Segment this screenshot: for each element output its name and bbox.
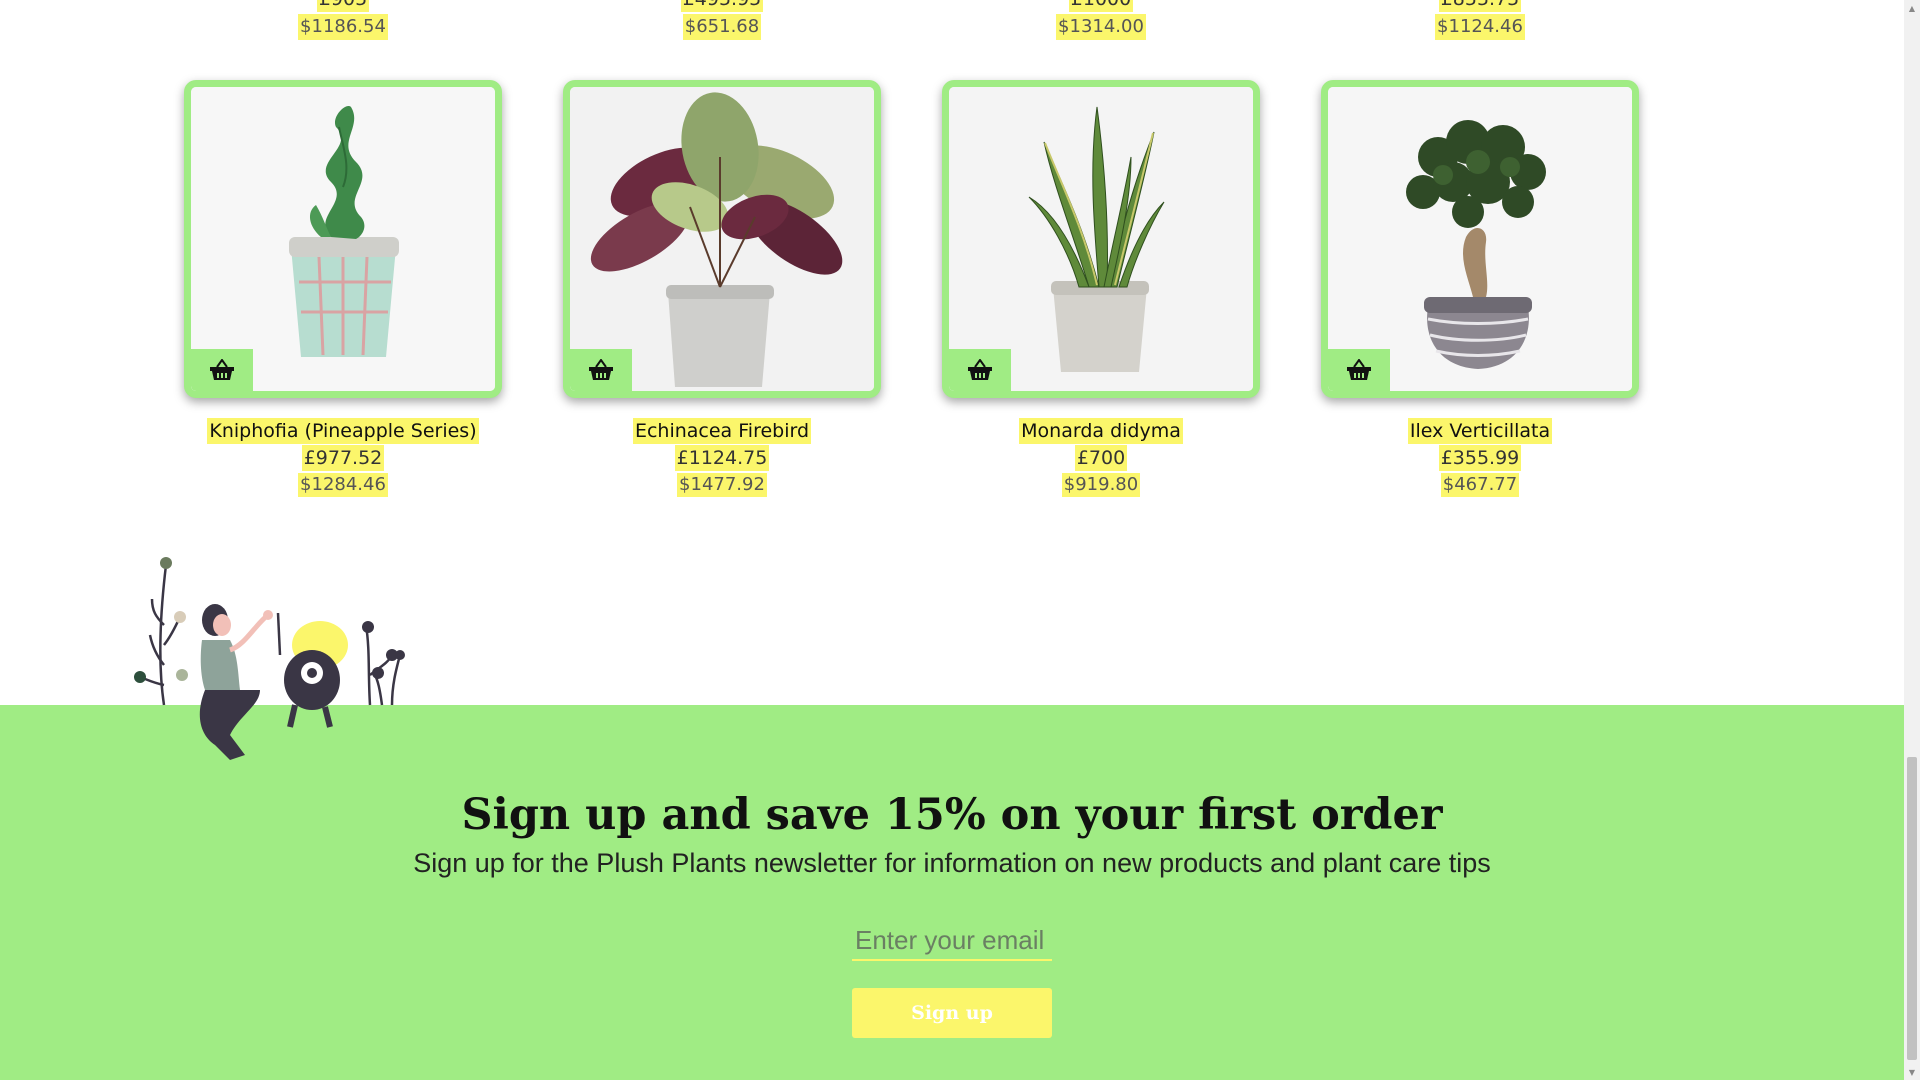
price-gbp: £700: [1074, 445, 1128, 471]
add-to-basket-button[interactable]: [570, 349, 632, 391]
product-price-block: £495.95 $651.68: [562, 0, 882, 40]
page: £905 $1186.54 £495.95 $651.68 £1000 $131…: [0, 0, 1904, 1080]
product-image[interactable]: [563, 80, 881, 398]
price-usd: $1124.46: [1435, 14, 1525, 40]
scrollbar-thumb[interactable]: [1907, 757, 1917, 1060]
product-image[interactable]: [184, 80, 502, 398]
product-name[interactable]: Monarda didyma: [1019, 418, 1183, 444]
spiral-cactus-image: [191, 87, 495, 391]
email-input[interactable]: [852, 921, 1052, 961]
add-to-basket-button[interactable]: [1328, 349, 1390, 391]
product-info: Kniphofia (Pineapple Series) £977.52 $12…: [184, 418, 502, 497]
product-card[interactable]: Ilex Verticillata £355.99 $467.77: [1321, 80, 1639, 497]
product-price-block: £905 $1186.54: [183, 0, 503, 40]
product-name[interactable]: Echinacea Firebird: [632, 418, 812, 444]
price-usd: $467.77: [1440, 473, 1520, 497]
product-info: Echinacea Firebird £1124.75 $1477.92: [563, 418, 881, 497]
product-card[interactable]: Echinacea Firebird £1124.75 $1477.92: [563, 80, 881, 497]
scroll-down-arrow-icon[interactable]: ▼: [1904, 1064, 1920, 1080]
product-name[interactable]: Kniphofia (Pineapple Series): [207, 418, 479, 444]
product-name[interactable]: Ilex Verticillata: [1407, 418, 1553, 444]
price-usd: $1186.54: [298, 14, 388, 40]
product-info: Ilex Verticillata £355.99 $467.77: [1321, 418, 1639, 497]
price-usd: $1477.92: [677, 473, 767, 497]
newsletter-title: Sign up and save 15% on your first order: [461, 790, 1443, 840]
price-gbp: £855.75: [1438, 0, 1522, 12]
product-info: Monarda didyma £700 $919.80: [942, 418, 1260, 497]
basket-icon: [1347, 359, 1371, 380]
woman-with-plants-illustration: [134, 557, 405, 760]
price-usd: $919.80: [1061, 473, 1141, 497]
price-usd: $1314.00: [1056, 14, 1146, 40]
price-gbp: £905: [316, 0, 370, 12]
product-card[interactable]: Kniphofia (Pineapple Series) £977.52 $12…: [184, 80, 502, 497]
product-image[interactable]: [1321, 80, 1639, 398]
basket-icon: [968, 359, 992, 380]
price-gbp: £355.99: [1438, 445, 1522, 471]
newsletter-subtitle: Sign up for the Plush Plants newsletter …: [413, 848, 1491, 878]
add-to-basket-button[interactable]: [949, 349, 1011, 391]
basket-icon: [589, 359, 613, 380]
price-gbp: £1000: [1068, 0, 1134, 12]
product-card[interactable]: Monarda didyma £700 $919.80: [942, 80, 1260, 497]
calathea-image: [570, 87, 874, 391]
product-price-block: £1000 $1314.00: [941, 0, 1261, 40]
basket-icon: [210, 359, 234, 380]
price-usd: $651.68: [682, 14, 762, 40]
price-gbp: £495.95: [680, 0, 764, 12]
price-usd: $1284.46: [298, 473, 388, 497]
sign-up-button[interactable]: Sign up: [852, 988, 1052, 1038]
product-price-block: £855.75 $1124.46: [1320, 0, 1640, 40]
vertical-scrollbar[interactable]: ▲ ▼: [1904, 0, 1920, 1080]
price-gbp: £1124.75: [674, 445, 770, 471]
scroll-up-arrow-icon[interactable]: ▲: [1904, 0, 1920, 16]
price-gbp: £977.52: [301, 445, 385, 471]
snake-plant-image: [949, 87, 1253, 391]
product-image[interactable]: [942, 80, 1260, 398]
add-to-basket-button[interactable]: [191, 349, 253, 391]
bonsai-image: [1328, 87, 1632, 391]
